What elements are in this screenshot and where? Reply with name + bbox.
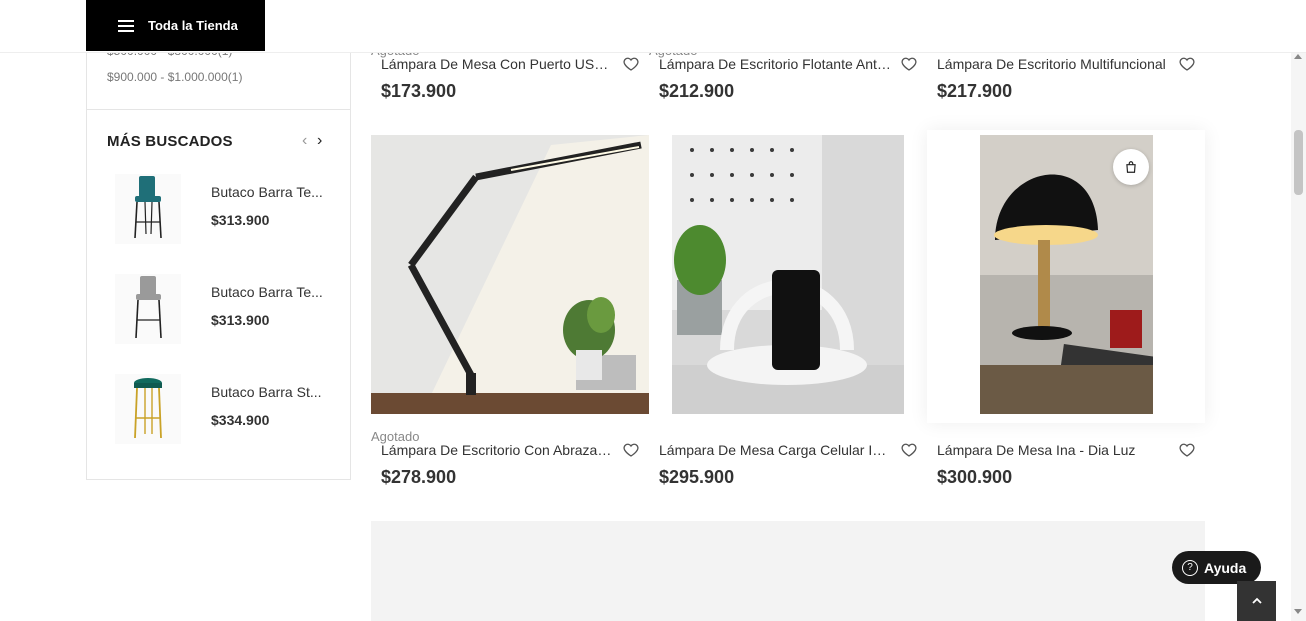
product-name[interactable]: Lámpara De Mesa Con Puerto USB Y Carga [381,56,613,72]
product-price: $173.900 [381,81,457,101]
scroll-down-arrow[interactable] [1294,609,1302,614]
heart-icon[interactable] [623,56,639,72]
product-name[interactable]: Lámpara De Escritorio Flotante Antigrave… [659,56,891,72]
product-name[interactable]: Lámpara De Mesa Ina - Dia Luz [937,442,1169,458]
divider [87,109,350,110]
product-price: $300.900 [937,467,1013,487]
heart-icon[interactable] [1179,442,1195,458]
product-price: $295.900 [659,467,735,487]
product-price: $217.900 [937,81,1013,101]
most-searched-item-price: $313.900 [211,212,270,228]
product-name[interactable]: Lámpara De Mesa Carga Celular Inalámbric… [659,442,891,458]
menu-icon [118,17,134,35]
bar-stool-gray-image[interactable] [115,274,181,344]
most-searched-item-price: $313.900 [211,312,270,328]
most-searched-item[interactable]: Butaco Barra Te... $313.900 [107,174,337,244]
back-to-top-button[interactable] [1237,581,1276,621]
question-icon: ? [1182,559,1198,576]
heart-icon[interactable] [901,442,917,458]
heart-icon[interactable] [901,56,917,72]
most-searched-item-price: $334.900 [211,412,270,428]
most-searched-item-name[interactable]: Butaco Barra Te... [211,184,323,200]
product-image[interactable] [672,135,904,414]
chevron-right-icon[interactable]: › [317,133,322,149]
help-label: Ayuda [1204,559,1247,576]
shopping-bag-icon [1126,161,1136,173]
chevron-up-icon [1251,597,1262,604]
most-searched-item-name[interactable]: Butaco Barra St... [211,384,322,400]
product-name[interactable]: Lámpara De Escritorio Con Abrazadera [381,442,613,458]
product-price: $212.900 [659,81,735,101]
heart-icon[interactable] [623,442,639,458]
all-store-label: Toda la Tienda [148,18,238,33]
most-searched-title: MÁS BUSCADOS [107,133,233,150]
help-button[interactable]: ? Ayuda [1172,551,1261,584]
most-searched-item[interactable]: Butaco Barra Te... $313.900 [107,274,337,344]
banner-placeholder [371,521,1205,621]
product-name[interactable]: Lámpara De Escritorio Multifuncional [937,56,1169,72]
product-price: $278.900 [381,467,457,487]
bar-stool-teal-image[interactable] [115,174,181,244]
bar-stool-gold-image[interactable] [115,374,181,444]
price-filter-option[interactable]: $900.000 - $1.000.000(1) [107,70,242,84]
add-to-cart-button[interactable] [1113,149,1149,185]
all-store-menu-button[interactable]: Toda la Tienda [86,0,265,51]
scroll-up-arrow[interactable] [1294,54,1302,59]
most-searched-item[interactable]: Butaco Barra St... $334.900 [107,374,337,444]
product-image[interactable] [371,135,649,414]
chevron-left-icon[interactable]: ‹ [302,133,307,149]
sidebar: $500.000 - $800.000(1) $900.000 - $1.000… [86,0,351,480]
most-searched-item-name[interactable]: Butaco Barra Te... [211,284,323,300]
heart-icon[interactable] [1179,56,1195,72]
scrollbar-thumb[interactable] [1294,130,1303,195]
